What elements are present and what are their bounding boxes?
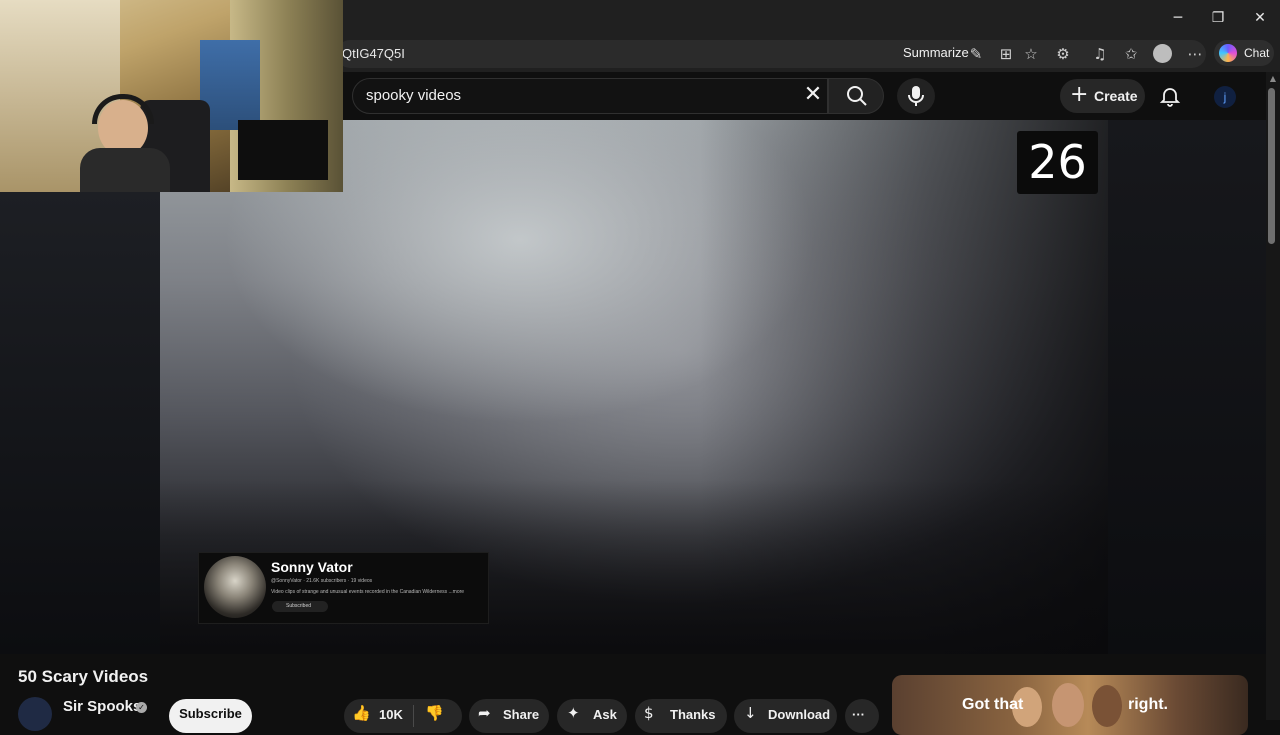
search-icon (847, 86, 867, 106)
subscribe-button[interactable]: Subscribe (169, 699, 252, 733)
thumbs-down-icon[interactable]: 👎 (425, 704, 444, 722)
channel-card-avatar (204, 556, 266, 618)
summarize-label: Summarize (903, 45, 969, 60)
scrollbar-thumb[interactable] (1268, 88, 1275, 244)
like-divider (413, 705, 414, 727)
ad-person-face (1092, 685, 1122, 727)
app-available-icon[interactable]: ⊞ (996, 44, 1016, 64)
chat-label: Chat (1244, 46, 1270, 60)
address-bar[interactable] (336, 40, 1206, 68)
webcam-person-body (80, 148, 170, 192)
search-button[interactable] (828, 78, 884, 114)
ad-person-face (1052, 683, 1084, 727)
favorites-icon[interactable]: ✩ (1121, 44, 1141, 64)
channel-card-description: Video clips of strange and unusual event… (271, 589, 465, 595)
media-control-icon[interactable]: ♫ (1090, 44, 1110, 64)
channel-name[interactable]: Sir Spooks (63, 698, 141, 715)
thumbs-up-icon[interactable]: 👍 (352, 704, 371, 722)
restore-button[interactable]: ❐ (1198, 6, 1238, 30)
minimize-button[interactable]: ─ (1158, 6, 1198, 30)
url-text[interactable]: QtIG47Q5I (342, 46, 405, 61)
scroll-up-icon[interactable]: ▲ (1268, 74, 1278, 84)
thanks-dollar-icon: $ (644, 704, 654, 722)
more-menu-icon[interactable]: ⋯ (1185, 44, 1205, 64)
channel-avatar[interactable] (18, 697, 52, 731)
summarize-icon[interactable]: ✎ (966, 44, 986, 64)
ambient-left (0, 192, 160, 654)
ambient-right (1108, 120, 1266, 654)
channel-card-name: Sonny Vator (271, 559, 353, 575)
search-query-text[interactable]: spooky videos (366, 87, 461, 104)
channel-card-subscribed-button[interactable]: Subscribed (272, 601, 328, 612)
summarize-button[interactable]: Summarize (903, 45, 969, 60)
copilot-logo-icon (1219, 44, 1237, 62)
video-player[interactable] (0, 120, 1266, 654)
channel-card-meta: @SonnyVator · 21.6K subscribers · 19 vid… (271, 578, 373, 584)
clear-search-icon[interactable]: ✕ (801, 83, 825, 107)
webcam-overlay (0, 0, 343, 192)
account-avatar[interactable]: j (1214, 86, 1236, 108)
microphone-icon (908, 86, 924, 106)
webcam-monitor (238, 120, 328, 180)
ad-banner[interactable] (892, 675, 1248, 735)
ad-text-right: right. (1128, 696, 1168, 713)
clip-counter: 26 (1017, 131, 1098, 194)
favorite-star-icon[interactable]: ☆ (1021, 44, 1041, 64)
create-label: Create (1094, 88, 1138, 104)
sparkle-icon: ✦ (567, 704, 580, 722)
verified-check-icon: ✓ (136, 702, 147, 713)
close-window-button[interactable]: ✕ (1240, 6, 1280, 30)
ad-text-left: Got that (962, 696, 1024, 713)
video-title: 50 Scary Videos (18, 667, 149, 686)
share-arrow-icon: ➦ (478, 704, 491, 722)
download-arrow-icon: ↓ (744, 704, 757, 722)
extensions-icon[interactable]: ⚙ (1053, 44, 1073, 64)
voice-search-button[interactable] (897, 78, 935, 114)
plus-icon: + (1070, 82, 1089, 107)
notifications-bell-icon[interactable] (1158, 84, 1182, 108)
profile-icon[interactable] (1153, 44, 1172, 63)
